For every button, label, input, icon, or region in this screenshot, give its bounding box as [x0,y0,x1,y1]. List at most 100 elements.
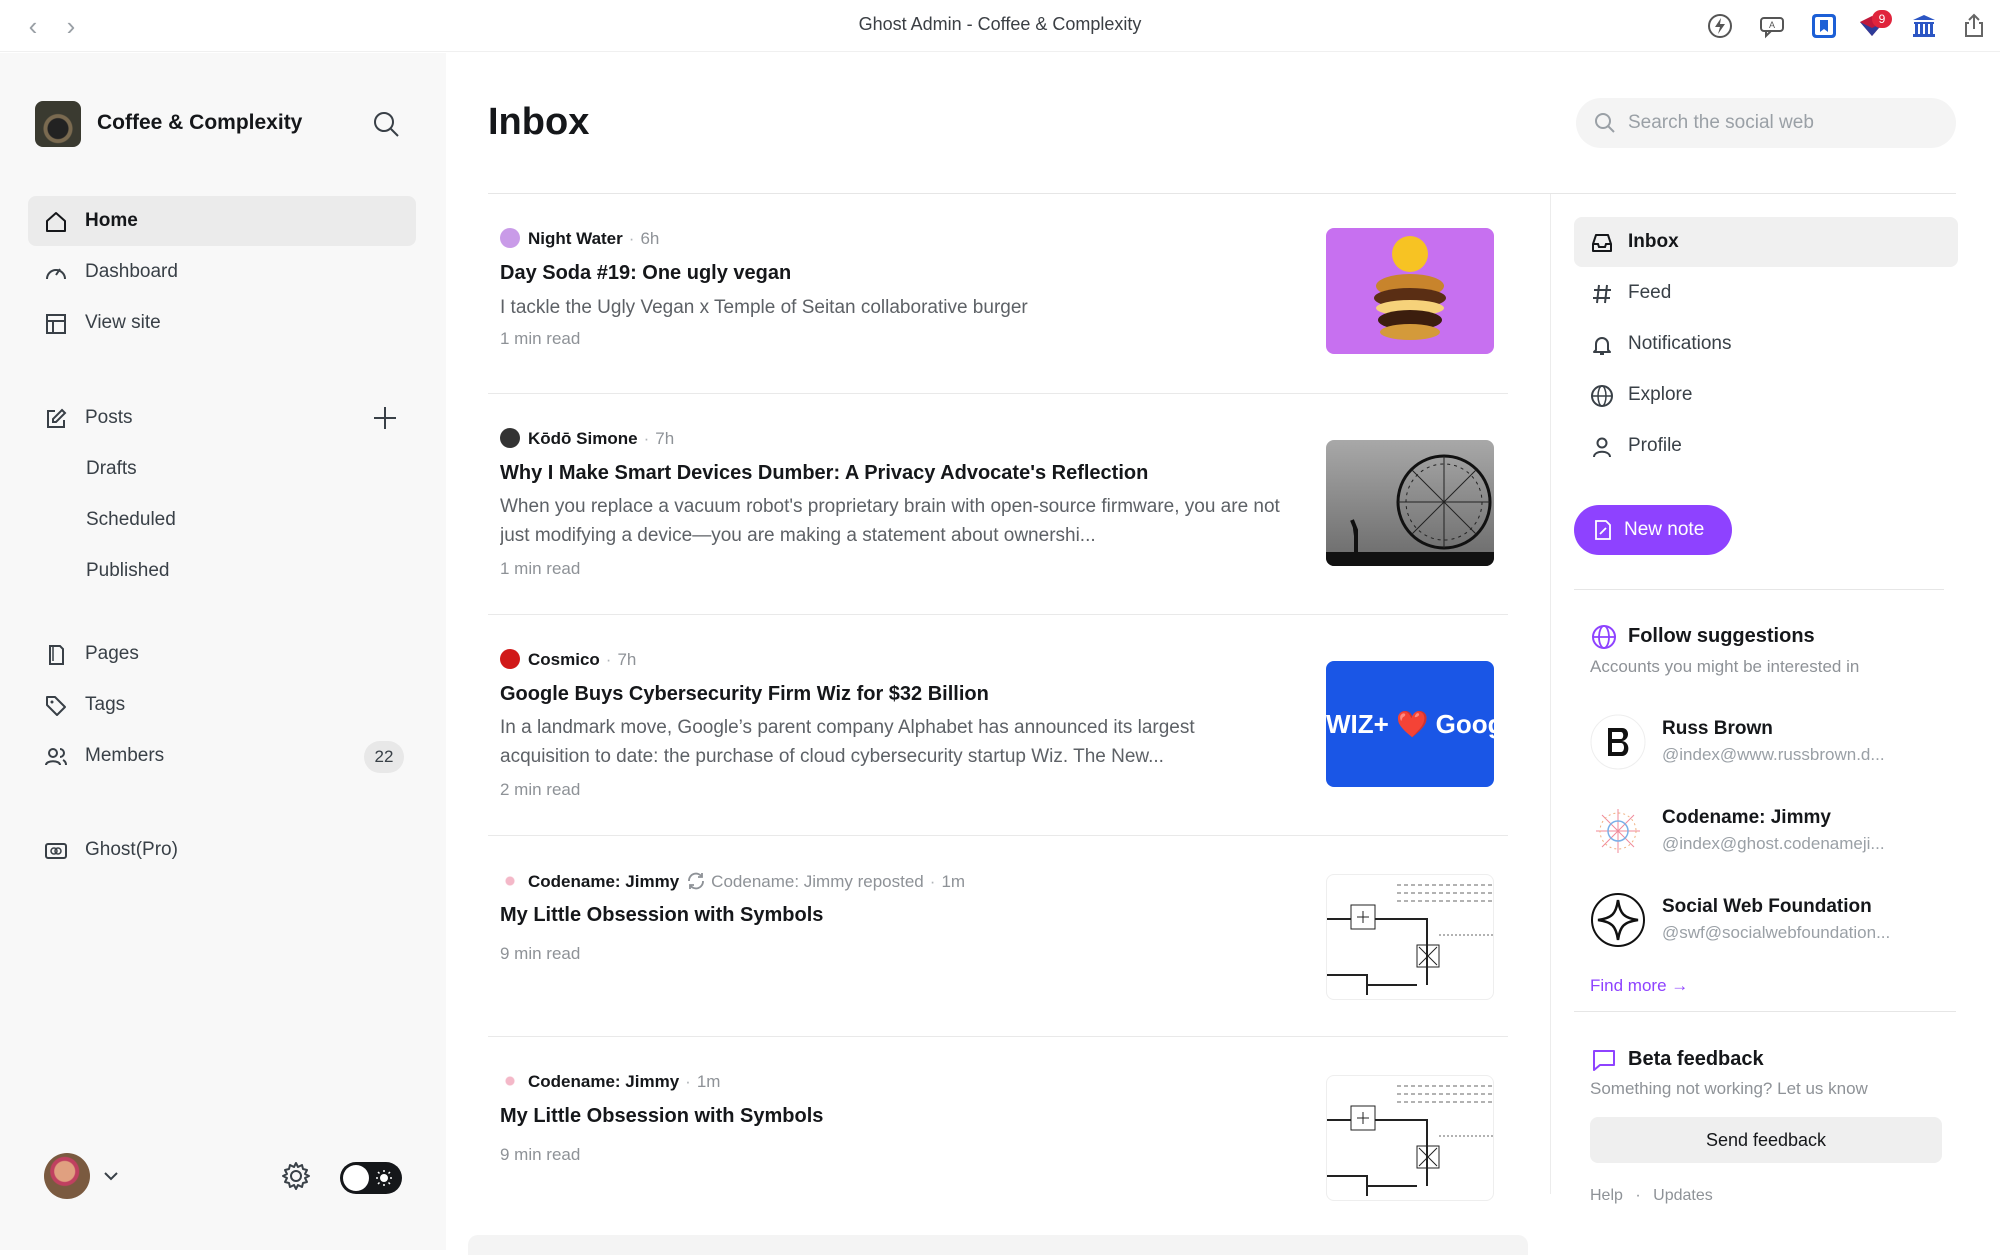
new-note-button[interactable]: New note [1574,505,1732,555]
feed-item[interactable]: Night Water · 6h Day Soda #19: One ugly ve… [488,194,1508,394]
nav-dashboard[interactable]: Dashboard [28,247,416,297]
post-thumbnail: WIZ+ ❤️ Google [1326,661,1494,787]
nav-tags[interactable]: Tags [28,680,416,730]
inbox-icon [1592,234,1612,252]
add-post-icon[interactable] [370,403,400,433]
page-icon [49,645,64,665]
follow-suggestions-title: Follow suggestions [1628,625,1815,647]
author-name[interactable]: Cosmico [528,650,600,669]
post-title[interactable]: Why I Make Smart Devices Dumber: A Priva… [500,462,1300,485]
find-more-link[interactable]: Find more → [1590,976,1688,996]
nav-feed-label: Feed [1628,282,1672,303]
post-title[interactable]: My Little Obsession with Symbols [500,1105,1300,1128]
suggestion-handle: @swf@socialwebfoundation... [1662,923,1891,942]
nav-published[interactable]: Published [28,546,416,596]
author-name[interactable]: Codename: Jimmy [528,1072,679,1091]
site-header[interactable]: Coffee & Complexity [35,99,405,147]
nav-tags-label: Tags [85,694,126,715]
theme-toggle[interactable] [340,1162,402,1194]
nav-view-site[interactable]: View site [28,298,416,348]
nav-explore[interactable]: Explore [1574,370,1958,420]
user-menu[interactable] [44,1153,144,1199]
nav-feed[interactable]: Feed [1574,268,1958,318]
nav-notifications[interactable]: Notifications [1574,319,1958,369]
feed-item[interactable]: Cosmico · 7h Google Buys Cybersecurity Fir… [488,615,1508,836]
suggestion-item[interactable]: Russ Brown @index@www.russbrown.d... [1590,714,1950,774]
nav-members[interactable]: Members 22 [28,731,416,781]
nav-inbox-label: Inbox [1628,231,1679,252]
repost-icon [688,872,705,890]
nav-drafts[interactable]: Drafts [28,444,416,494]
read-time: 1 min read [500,329,581,348]
nav-home[interactable]: Home [28,196,416,246]
search-input[interactable] [1628,98,1938,148]
window-title: Ghost Admin - Coffee & Complexity [858,14,1142,34]
archive-extension-icon[interactable] [1910,12,1938,40]
nav-posts[interactable]: Posts [28,393,416,443]
post-meta: Kōdō Simone · 7h [500,428,674,450]
edit-icon [47,408,67,428]
author-name[interactable]: Codename: Jimmy [528,872,679,891]
bolt-extension-icon[interactable] [1706,12,1734,40]
nav-view-site-label: View site [85,312,161,333]
feed-item[interactable]: Kōdō Simone · 7h Why I Make Smart Devices … [488,394,1508,615]
credit-card-icon [45,843,67,859]
author-name[interactable]: Kōdō Simone [528,429,638,448]
read-time: 9 min read [500,1145,581,1164]
inbox-feed: Night Water · 6h Day Soda #19: One ugly ve… [488,194,1508,1217]
divider [1574,1011,1956,1012]
search-icon[interactable] [371,109,401,139]
suggestion-item[interactable]: Social Web Foundation @swf@socialwebfoun… [1590,892,1950,952]
repost-label: Codename: Jimmy reposted [711,872,924,891]
nav-members-label: Members [85,745,165,766]
follow-suggestions-subtitle: Accounts you might be interested in [1590,657,1860,676]
bottom-scroll-edge [468,1235,1528,1255]
post-time: 6h [640,229,660,248]
beta-feedback-title: Beta feedback [1628,1048,1764,1070]
avatar [44,1153,90,1199]
window-titlebar: ‹ › Ghost Admin - Coffee & Complexity A … [0,0,2000,52]
post-time: 1m [941,872,966,891]
social-search[interactable] [1576,98,1956,148]
author-name[interactable]: Night Water [528,229,623,248]
suggestion-name: Codename: Jimmy [1662,807,1831,828]
dashboard-icon [46,268,66,280]
tag-icon [46,696,66,716]
help-link[interactable]: Help [1590,1187,1623,1204]
post-title[interactable]: Day Soda #19: One ugly vegan [500,262,1300,285]
home-icon [46,212,66,232]
nav-explore-label: Explore [1628,384,1693,405]
gear-icon[interactable] [280,1160,312,1192]
share-icon[interactable] [1960,12,1988,40]
nav-inbox[interactable]: Inbox [1574,217,1958,267]
members-count-badge: 22 [364,741,404,773]
extension-badge: 9 [1872,10,1892,28]
avatar [1591,804,1645,858]
post-title[interactable]: My Little Obsession with Symbols [500,904,1300,927]
feed-item[interactable]: Codename: Jimmy Codename: Jimmy reposted ·… [488,836,1508,1037]
suggestion-name: Russ Brown [1662,718,1773,739]
svg-text:A: A [1769,20,1775,30]
avatar [1590,714,1646,770]
post-title[interactable]: Google Buys Cybersecurity Firm Wiz for $… [500,683,1300,706]
nav-profile-label: Profile [1628,435,1682,456]
nav-profile[interactable]: Profile [1574,421,1958,471]
main-content: Inbox Night Water·6h Day Soda #19: One u… [446,53,2000,1255]
hash-icon [1593,284,1611,304]
suggestion-name: Social Web Foundation [1662,896,1872,917]
bookmark-extension-icon[interactable] [1810,12,1838,40]
send-feedback-button[interactable]: Send feedback [1590,1117,1942,1163]
site-name: Coffee & Complexity [97,111,303,134]
nav-ghost-pro[interactable]: Ghost(Pro) [28,825,416,875]
post-time: 7h [655,429,675,448]
nav-pages[interactable]: Pages [28,629,416,679]
post-excerpt: When you replace a vacuum robot's propri… [500,496,1280,546]
feed-item[interactable]: Codename: Jimmy · 1m My Little Obsession w… [488,1037,1508,1217]
updates-link[interactable]: Updates [1653,1187,1713,1204]
suggestion-item[interactable]: Codename: Jimmy @index@ghost.codenameji.… [1590,803,1950,863]
divider [1574,589,1944,590]
translate-extension-icon[interactable]: A [1758,12,1786,40]
nav-scheduled-label: Scheduled [86,509,176,530]
nav-scheduled[interactable]: Scheduled [28,495,416,545]
post-thumbnail [1326,228,1494,354]
